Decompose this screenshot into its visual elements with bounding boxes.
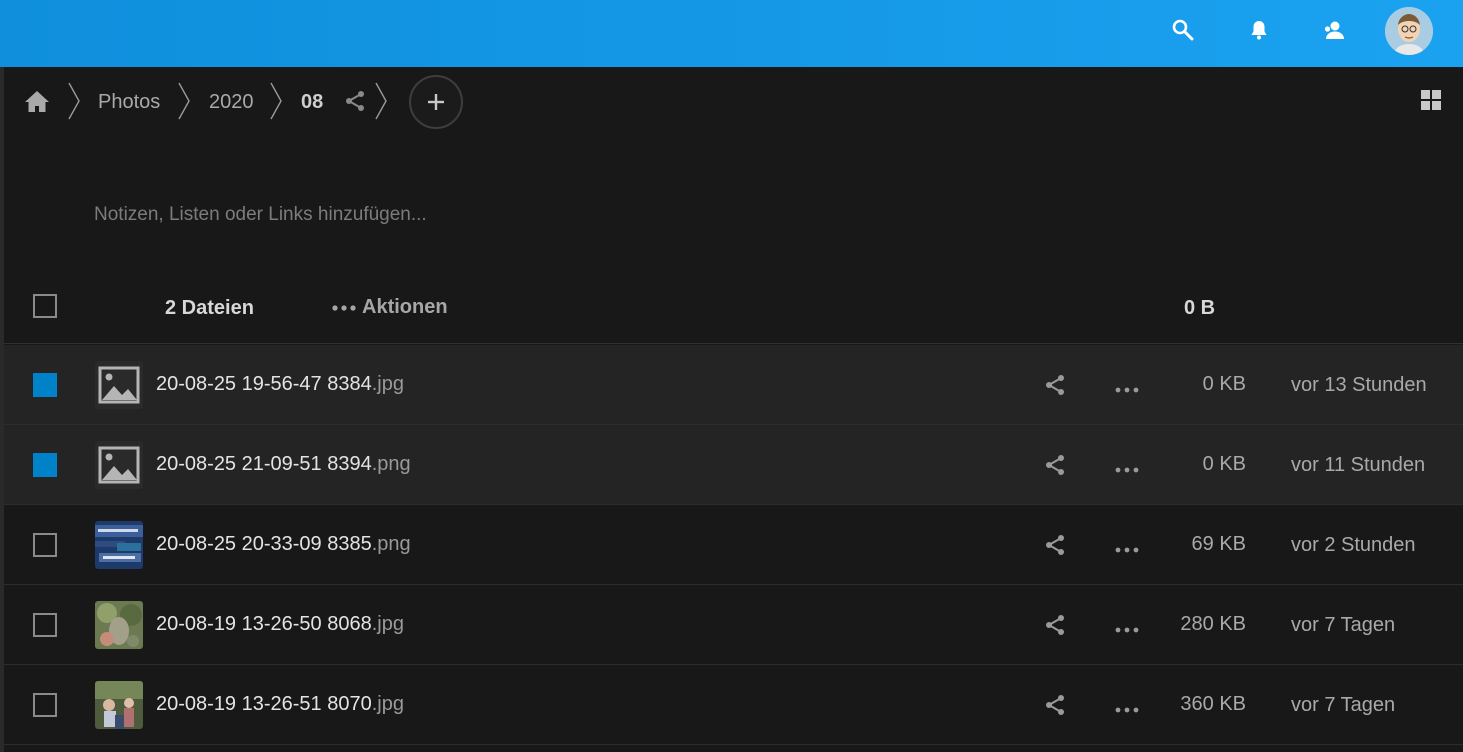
more-options-icon[interactable] bbox=[1115, 541, 1139, 553]
share-icon[interactable] bbox=[1043, 373, 1067, 397]
file-name[interactable]: 20-08-25 20-33-09 8385.png bbox=[156, 533, 411, 556]
file-size: 360 KB bbox=[1180, 693, 1246, 715]
file-extension: .png bbox=[371, 533, 411, 555]
file-extension: .jpg bbox=[371, 373, 404, 395]
file-select-checkbox[interactable] bbox=[33, 693, 57, 717]
file-row[interactable]: 20-08-25 20-33-09 8385.png 69 KB vor 2 Stu… bbox=[4, 505, 1463, 585]
share-icon[interactable] bbox=[1043, 533, 1067, 557]
file-name[interactable]: 20-08-19 13-26-51 8070.jpg bbox=[156, 693, 404, 716]
file-select-checkbox[interactable] bbox=[33, 613, 57, 637]
file-thumbnail[interactable] bbox=[95, 441, 143, 489]
file-modified: vor 11 Stunden bbox=[1291, 454, 1426, 476]
file-thumbnail[interactable] bbox=[95, 521, 143, 569]
file-row[interactable]: 20-08-25 19-56-47 8384.jpg 0 KB vor 13 Stu… bbox=[4, 345, 1463, 425]
total-size: 0 B bbox=[1184, 297, 1216, 319]
file-extension: .jpg bbox=[371, 693, 404, 715]
file-size: 69 KB bbox=[1191, 533, 1246, 555]
actions-button[interactable]: Aktionen bbox=[332, 296, 448, 319]
bell-icon[interactable] bbox=[1247, 18, 1271, 42]
file-select-checkbox[interactable] bbox=[33, 373, 57, 397]
file-select-checkbox[interactable] bbox=[33, 533, 57, 557]
breadcrumb-item-2020[interactable]: 2020 bbox=[209, 91, 254, 113]
select-all-checkbox[interactable] bbox=[33, 294, 57, 318]
top-header bbox=[0, 0, 1463, 67]
breadcrumb: Photos 2020 08 bbox=[0, 67, 1463, 137]
file-select-checkbox[interactable] bbox=[33, 453, 57, 477]
file-basename: 20-08-19 13-26-51 8070 bbox=[156, 693, 372, 715]
add-new-button[interactable] bbox=[409, 75, 463, 129]
file-basename: 20-08-25 20-33-09 8385 bbox=[156, 533, 372, 555]
file-list-header: 2 Dateien Aktionen 0 B bbox=[4, 268, 1463, 344]
chevron-right-icon bbox=[67, 82, 81, 120]
grid-view-icon[interactable] bbox=[1420, 89, 1442, 111]
file-extension: .png bbox=[371, 453, 411, 475]
file-modified: vor 7 Tagen bbox=[1291, 614, 1396, 636]
home-icon[interactable] bbox=[24, 88, 50, 114]
file-extension: .jpg bbox=[371, 613, 404, 635]
file-size: 280 KB bbox=[1180, 613, 1246, 635]
chevron-right-icon bbox=[374, 82, 388, 120]
breadcrumb-item-photos[interactable]: Photos bbox=[98, 91, 160, 113]
file-modified: vor 13 Stunden bbox=[1291, 374, 1427, 396]
file-basename: 20-08-25 19-56-47 8384 bbox=[156, 373, 372, 395]
file-size: 0 KB bbox=[1202, 373, 1246, 395]
file-basename: 20-08-19 13-26-50 8068 bbox=[156, 613, 372, 635]
file-thumbnail[interactable] bbox=[95, 361, 143, 409]
file-size: 0 KB bbox=[1202, 453, 1246, 475]
file-thumbnail[interactable] bbox=[95, 681, 143, 729]
breadcrumb-item-08[interactable]: 08 bbox=[301, 91, 323, 113]
more-dots-icon bbox=[332, 304, 356, 311]
more-options-icon[interactable] bbox=[1115, 701, 1139, 713]
file-modified: vor 2 Stunden bbox=[1291, 534, 1416, 556]
plus-icon bbox=[428, 94, 444, 110]
contacts-icon[interactable] bbox=[1322, 18, 1346, 42]
file-name[interactable]: 20-08-19 13-26-50 8068.jpg bbox=[156, 613, 404, 636]
user-avatar[interactable] bbox=[1385, 7, 1433, 55]
file-thumbnail[interactable] bbox=[95, 601, 143, 649]
notes-field[interactable]: Notizen, Listen oder Links hinzufügen... bbox=[94, 204, 427, 226]
file-row[interactable]: 20-08-25 21-09-51 8394.png 0 KB vor 11 Stu… bbox=[4, 425, 1463, 505]
share-icon[interactable] bbox=[343, 89, 367, 113]
chevron-right-icon bbox=[177, 82, 191, 120]
share-icon[interactable] bbox=[1043, 693, 1067, 717]
more-options-icon[interactable] bbox=[1115, 381, 1139, 393]
more-options-icon[interactable] bbox=[1115, 621, 1139, 633]
file-row[interactable]: 20-08-19 13-26-50 8068.jpg 280 KB vor 7 Ta… bbox=[4, 585, 1463, 665]
file-name[interactable]: 20-08-25 21-09-51 8394.png bbox=[156, 453, 411, 476]
chevron-right-icon bbox=[269, 82, 283, 120]
share-icon[interactable] bbox=[1043, 453, 1067, 477]
file-row[interactable]: 20-08-19 13-26-51 8070.jpg 360 KB vor 7 Ta… bbox=[4, 665, 1463, 745]
more-options-icon[interactable] bbox=[1115, 461, 1139, 473]
file-basename: 20-08-25 21-09-51 8394 bbox=[156, 453, 372, 475]
share-icon[interactable] bbox=[1043, 613, 1067, 637]
file-modified: vor 7 Tagen bbox=[1291, 694, 1396, 716]
search-icon[interactable] bbox=[1171, 18, 1195, 42]
file-name[interactable]: 20-08-25 19-56-47 8384.jpg bbox=[156, 373, 404, 396]
selected-files-count: 2 Dateien bbox=[165, 297, 254, 319]
actions-label: Aktionen bbox=[362, 296, 448, 318]
